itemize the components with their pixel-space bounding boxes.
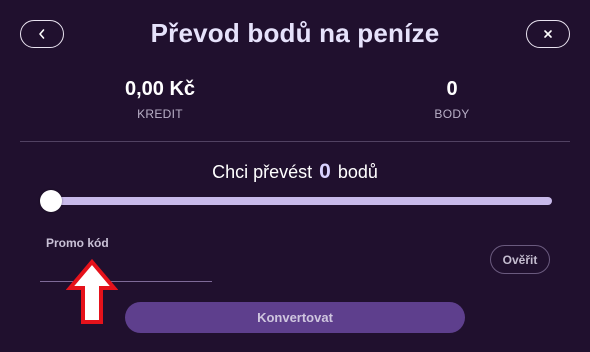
promo-code-label: Promo kód — [46, 236, 109, 250]
conversion-question: Chci převést 0 bodů — [0, 160, 590, 184]
divider — [20, 141, 570, 142]
points-value: 0 — [446, 78, 458, 100]
credit-value: 0,00 Kč — [124, 78, 196, 100]
close-icon — [544, 30, 552, 38]
verify-button[interactable]: Ověřit — [490, 245, 550, 274]
close-button[interactable] — [526, 20, 570, 48]
question-amount: 0 — [319, 160, 331, 183]
points-label: BODY — [434, 107, 470, 121]
question-prefix: Chci převést — [212, 162, 313, 182]
credit-label: KREDIT — [137, 107, 183, 121]
up-arrow-icon — [66, 258, 118, 324]
convert-button[interactable]: Konvertovat — [125, 302, 465, 333]
points-slider-track[interactable] — [44, 197, 552, 205]
question-suffix: bodů — [337, 162, 378, 182]
page-title: Převod bodů na peníze — [150, 18, 440, 48]
points-slider-thumb[interactable] — [40, 190, 62, 212]
